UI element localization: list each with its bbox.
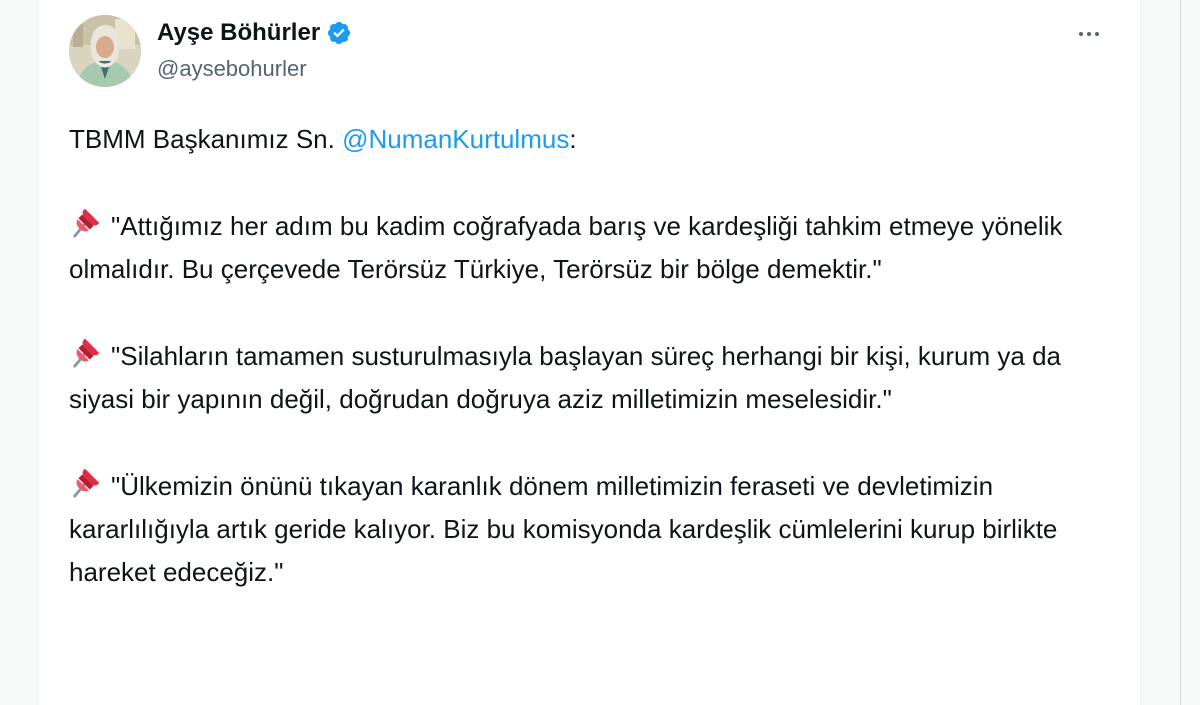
quote-text: "Attığımız her adım bu kadim coğrafyada … (69, 211, 1063, 284)
more-dot-icon (1095, 32, 1099, 36)
author-name-row: Ayşe Böhürler (157, 16, 352, 50)
avatar[interactable] (69, 15, 141, 87)
pushpin-icon (69, 335, 103, 369)
tweet-intro: TBMM Başkanımız Sn. @NumanKurtulmus: (69, 118, 1129, 161)
verified-badge-icon[interactable] (326, 20, 352, 46)
avatar-image (69, 15, 141, 87)
right-gutter (1142, 0, 1200, 705)
quote-paragraph: "Ülkemizin önünü tıkayan karanlık dönem … (69, 465, 1129, 594)
intro-prefix: TBMM Başkanımız Sn. (69, 124, 343, 154)
more-dot-icon (1087, 32, 1091, 36)
pushpin-icon (69, 205, 103, 239)
scrollbar-track[interactable] (1180, 0, 1181, 705)
left-gutter (0, 0, 38, 705)
more-options-button[interactable] (1069, 16, 1109, 52)
mention-link[interactable]: @NumanKurtulmus (342, 124, 569, 154)
pushpin-icon (69, 465, 103, 499)
tweet-card: Ayşe Böhürler @aysebohurler TBMM Başkanı… (38, 0, 1141, 705)
tweet-text: TBMM Başkanımız Sn. @NumanKurtulmus: "At… (69, 118, 1129, 594)
quote-text: "Silahların tamamen susturulmasıyla başl… (69, 341, 1061, 414)
quote-paragraph: "Silahların tamamen susturulmasıyla başl… (69, 335, 1129, 421)
author-display-name[interactable]: Ayşe Böhürler (157, 19, 320, 47)
more-dot-icon (1079, 32, 1083, 36)
author-handle[interactable]: @aysebohurler (157, 56, 307, 82)
intro-suffix: : (569, 124, 577, 154)
quote-paragraph: "Attığımız her adım bu kadim coğrafyada … (69, 205, 1129, 291)
quote-text: "Ülkemizin önünü tıkayan karanlık dönem … (69, 471, 1058, 587)
